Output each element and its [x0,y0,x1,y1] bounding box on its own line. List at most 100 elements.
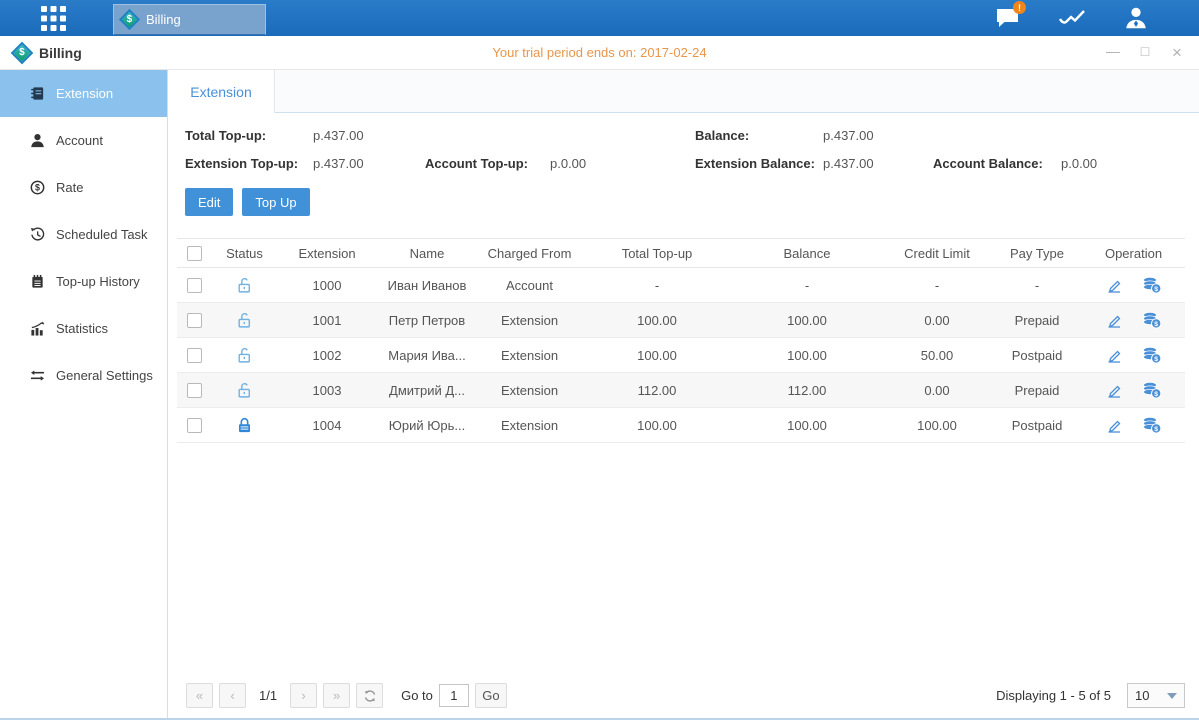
sidebar: Extension Account $ Rate [0,70,168,718]
billing-window: $ Billing ! $ Billing [0,0,1199,720]
tab-label: Extension [190,84,251,100]
table-row: 1003 Дмитрий Д... Extension 112.00 112.0… [177,373,1185,408]
row-checkbox[interactable] [187,418,202,433]
sidebar-item-label: Rate [56,180,83,195]
row-checkbox[interactable] [187,383,202,398]
select-all-checkbox[interactable] [187,246,202,261]
prev-page-button[interactable]: ‹ [219,683,246,708]
window-titlebar: $ Billing Your trial period ends on: 201… [0,36,1199,70]
cell-charged-from: Extension [477,408,582,443]
go-button[interactable]: Go [475,683,507,708]
edit-pencil-icon[interactable] [1105,276,1123,294]
goto-page-input[interactable] [439,684,469,707]
cell-credit-limit: 0.00 [882,303,992,338]
billing-dollar-icon: $ [119,9,140,30]
extension-topup-label: Extension Top-up: [185,156,313,171]
edit-pencil-icon[interactable] [1105,416,1123,434]
cell-extension: 1004 [277,408,377,443]
lock-open-icon [236,312,253,329]
cell-balance: - [732,268,882,303]
notepad-icon [30,274,45,289]
maximize-button[interactable]: □ [1137,43,1153,63]
extension-balance-value: p.437.00 [823,156,933,171]
cell-total-topup: 100.00 [582,338,732,373]
edit-pencil-icon[interactable] [1105,346,1123,364]
cell-charged-from: Extension [477,303,582,338]
cell-total-topup: 100.00 [582,408,732,443]
clock-history-icon [30,227,45,242]
cell-name: Дмитрий Д... [377,373,477,408]
cell-extension: 1003 [277,373,377,408]
col-balance: Balance [732,239,882,268]
top-taskbar: $ Billing ! [0,0,1199,36]
table-row: 1002 Мария Ива... Extension 100.00 100.0… [177,338,1185,373]
first-page-button[interactable]: « [186,683,213,708]
taskbar-tab-label: Billing [146,12,181,27]
displaying-info: Displaying 1 - 5 of 5 [996,688,1111,703]
refresh-button[interactable] [356,683,383,708]
cell-charged-from: Account [477,268,582,303]
top-up-coins-icon[interactable]: $ [1142,311,1162,329]
sidebar-item-statistics[interactable]: Statistics [0,305,167,352]
table-row: 1001 Петр Петров Extension 100.00 100.00… [177,303,1185,338]
table-header-row: Status Extension Name Charged From Total… [177,239,1185,268]
notifications-chat-icon[interactable]: ! [993,5,1023,31]
sidebar-item-extension[interactable]: Extension [0,70,167,117]
page-size-select[interactable]: 10 [1127,683,1185,708]
lock-closed-icon [236,417,253,434]
taskbar-tab-billing[interactable]: $ Billing [113,4,266,35]
row-checkbox[interactable] [187,348,202,363]
ledger-icon [30,86,45,101]
edit-pencil-icon[interactable] [1105,311,1123,329]
edit-pencil-icon[interactable] [1105,381,1123,399]
main-content: Extension Total Top-up: p.437.00 Balance… [168,70,1199,718]
lock-open-icon [236,347,253,364]
svg-text:$: $ [1155,426,1159,433]
row-checkbox[interactable] [187,313,202,328]
next-page-button[interactable]: › [290,683,317,708]
cell-name: Юрий Юрь... [377,408,477,443]
col-charged-from: Charged From [477,239,582,268]
total-topup-label: Total Top-up: [185,128,313,143]
page-info: 1/1 [259,688,277,703]
top-up-coins-icon[interactable]: $ [1142,416,1162,434]
cell-pay-type: Postpaid [992,408,1082,443]
sidebar-item-rate[interactable]: $ Rate [0,164,167,211]
top-up-button[interactable]: Top Up [242,188,309,216]
cell-name: Петр Петров [377,303,477,338]
user-account-icon[interactable] [1121,5,1151,31]
edit-button[interactable]: Edit [185,188,233,216]
svg-text:$: $ [1155,356,1159,363]
account-topup-label: Account Top-up: [425,156,550,171]
statistics-chart-icon[interactable] [1057,5,1087,31]
col-total-topup: Total Top-up [582,239,732,268]
refresh-icon [363,689,377,703]
sidebar-item-label: Top-up History [56,274,140,289]
extension-topup-value: p.437.00 [313,156,425,171]
extension-balance-label: Extension Balance: [695,156,823,171]
top-up-coins-icon[interactable]: $ [1142,276,1162,294]
tab-extension[interactable]: Extension [168,70,275,113]
sidebar-item-scheduled-task[interactable]: Scheduled Task [0,211,167,258]
sidebar-item-topup-history[interactable]: Top-up History [0,258,167,305]
cell-credit-limit: 100.00 [882,408,992,443]
sidebar-item-label: Scheduled Task [56,227,148,242]
sidebar-item-general-settings[interactable]: General Settings [0,352,167,399]
cell-charged-from: Extension [477,338,582,373]
total-topup-value: p.437.00 [313,128,425,143]
top-up-coins-icon[interactable]: $ [1142,381,1162,399]
top-up-coins-icon[interactable]: $ [1142,346,1162,364]
sidebar-item-account[interactable]: Account [0,117,167,164]
col-extension: Extension [277,239,377,268]
cell-total-topup: - [582,268,732,303]
close-button[interactable]: × [1169,43,1185,63]
minimize-button[interactable]: — [1105,43,1121,63]
svg-text:$: $ [1155,321,1159,328]
row-checkbox[interactable] [187,278,202,293]
bar-chart-arrow-icon [30,321,45,336]
app-launcher-grid-icon[interactable] [33,5,73,32]
balance-label: Balance: [695,128,823,143]
cell-name: Иван Иванов [377,268,477,303]
last-page-button[interactable]: » [323,683,350,708]
pagination-bar: « ‹ 1/1 › » Go to Go Displaying 1 - 5 of… [186,683,1185,708]
